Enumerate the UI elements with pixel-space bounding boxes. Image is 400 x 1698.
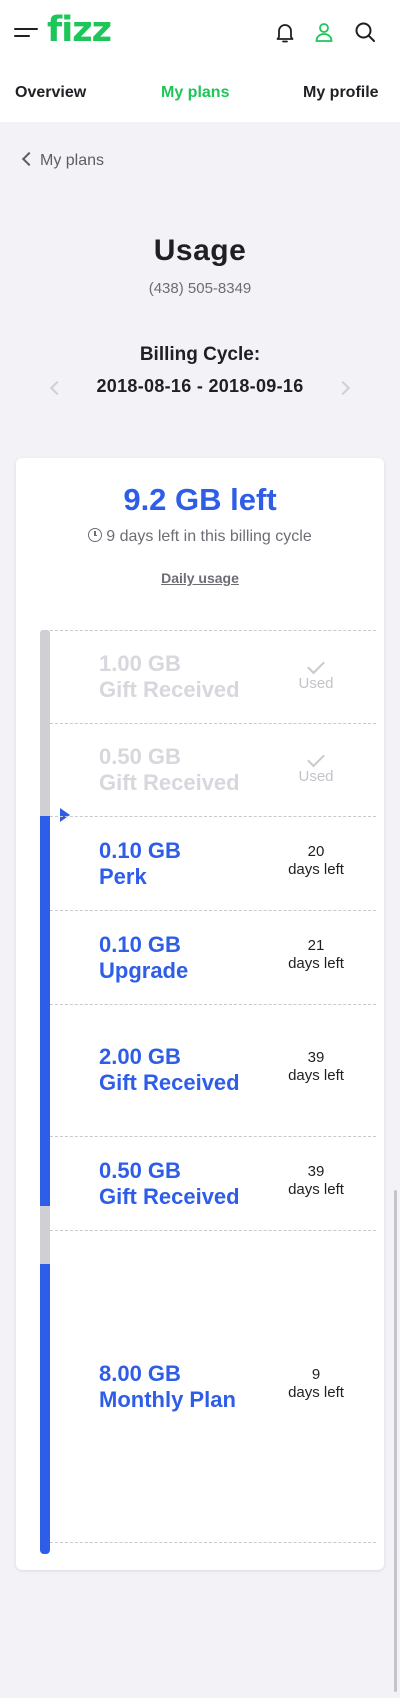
row-days-left: 39 days left bbox=[254, 1163, 378, 1199]
fizz-logo[interactable]: fizz bbox=[47, 8, 112, 52]
row-days-number: 20 bbox=[307, 843, 325, 860]
row-days-left: 39 days left bbox=[254, 1049, 378, 1085]
row-label: Monthly Plan bbox=[99, 1387, 236, 1412]
row-status-text: Used bbox=[298, 675, 334, 692]
row-divider bbox=[50, 630, 376, 631]
row-label: Gift Received bbox=[99, 1184, 240, 1209]
row-divider bbox=[50, 1004, 376, 1005]
daily-usage-link[interactable]: Daily usage bbox=[161, 570, 239, 586]
usage-pointer-icon bbox=[60, 808, 70, 822]
menu-icon[interactable] bbox=[14, 26, 38, 40]
tab-my-profile[interactable]: My profile bbox=[303, 84, 379, 102]
row-amount: 0.50 GB bbox=[99, 1158, 181, 1183]
row-label: Upgrade bbox=[99, 958, 189, 983]
row-amount: 0.10 GB bbox=[99, 838, 181, 863]
row-divider bbox=[50, 910, 376, 911]
checkmark-icon bbox=[307, 656, 325, 675]
row-status: Used bbox=[254, 749, 378, 786]
row-divider bbox=[50, 1542, 376, 1543]
row-days-left: 20 days left bbox=[254, 843, 378, 879]
row-days-left: 9 days left bbox=[254, 1366, 378, 1402]
row-days-number: 39 bbox=[307, 1049, 325, 1066]
main-nav: Overview My plans My profile bbox=[0, 64, 400, 122]
row-days-label: days left bbox=[288, 955, 344, 972]
row-days-number: 9 bbox=[311, 1366, 321, 1383]
usage-card: 9.2 GB left 9 days left in this billing … bbox=[16, 458, 384, 1570]
cycle-days-left: 9 days left in this billing cycle bbox=[16, 527, 384, 546]
row-days-label: days left bbox=[288, 1067, 344, 1084]
usage-bar-remaining-segment bbox=[40, 1264, 50, 1554]
row-label: Gift Received bbox=[99, 770, 240, 795]
row-amount: 2.00 GB bbox=[99, 1044, 181, 1069]
billing-cycle-label: Billing Cycle: bbox=[139, 344, 261, 365]
row-days-label: days left bbox=[288, 1181, 344, 1198]
row-label: Perk bbox=[99, 864, 147, 889]
row-amount: 0.10 GB bbox=[99, 932, 181, 957]
row-status-text: Used bbox=[298, 768, 334, 785]
breadcrumb-label: My plans bbox=[40, 152, 105, 169]
row-days-label: days left bbox=[288, 861, 344, 878]
row-divider bbox=[50, 723, 376, 724]
row-label: Gift Received bbox=[99, 1070, 240, 1095]
row-amount: 0.50 GB bbox=[99, 744, 181, 769]
bell-icon[interactable] bbox=[273, 20, 297, 44]
row-days-number: 21 bbox=[307, 937, 325, 954]
user-icon[interactable] bbox=[312, 20, 336, 44]
chevron-left-icon bbox=[21, 151, 37, 167]
row-amount: 1.00 GB bbox=[99, 651, 181, 676]
clock-icon bbox=[88, 528, 103, 542]
cycle-days-left-text: 9 days left in this billing cycle bbox=[106, 528, 312, 545]
row-days-left: 21 days left bbox=[254, 937, 378, 973]
data-remaining: 9.2 GB left bbox=[123, 482, 277, 517]
page-scrollbar[interactable] bbox=[394, 1190, 397, 1692]
row-amount: 8.00 GB bbox=[99, 1361, 181, 1386]
row-divider bbox=[50, 816, 376, 817]
usage-bar-used-segment bbox=[40, 1206, 50, 1264]
row-divider bbox=[50, 1230, 376, 1231]
page-title: Usage bbox=[153, 234, 247, 267]
row-label: Gift Received bbox=[99, 677, 240, 702]
breadcrumb-back-link[interactable]: My plans bbox=[21, 151, 105, 170]
checkmark-icon bbox=[307, 749, 325, 768]
tab-my-plans[interactable]: My plans bbox=[161, 84, 229, 102]
row-days-label: days left bbox=[288, 1384, 344, 1401]
row-status: Used bbox=[254, 656, 378, 693]
usage-bar-used-segment bbox=[40, 630, 50, 816]
daily-usage-wrapper: Daily usage bbox=[16, 570, 384, 588]
usage-bar-remaining-segment bbox=[40, 816, 50, 1206]
tab-overview[interactable]: Overview bbox=[15, 84, 86, 102]
top-bar: fizz bbox=[0, 0, 400, 64]
search-icon[interactable] bbox=[353, 20, 377, 44]
row-divider bbox=[50, 1136, 376, 1137]
phone-number: (438) 505-8349 bbox=[148, 280, 252, 297]
row-days-number: 39 bbox=[307, 1163, 325, 1180]
